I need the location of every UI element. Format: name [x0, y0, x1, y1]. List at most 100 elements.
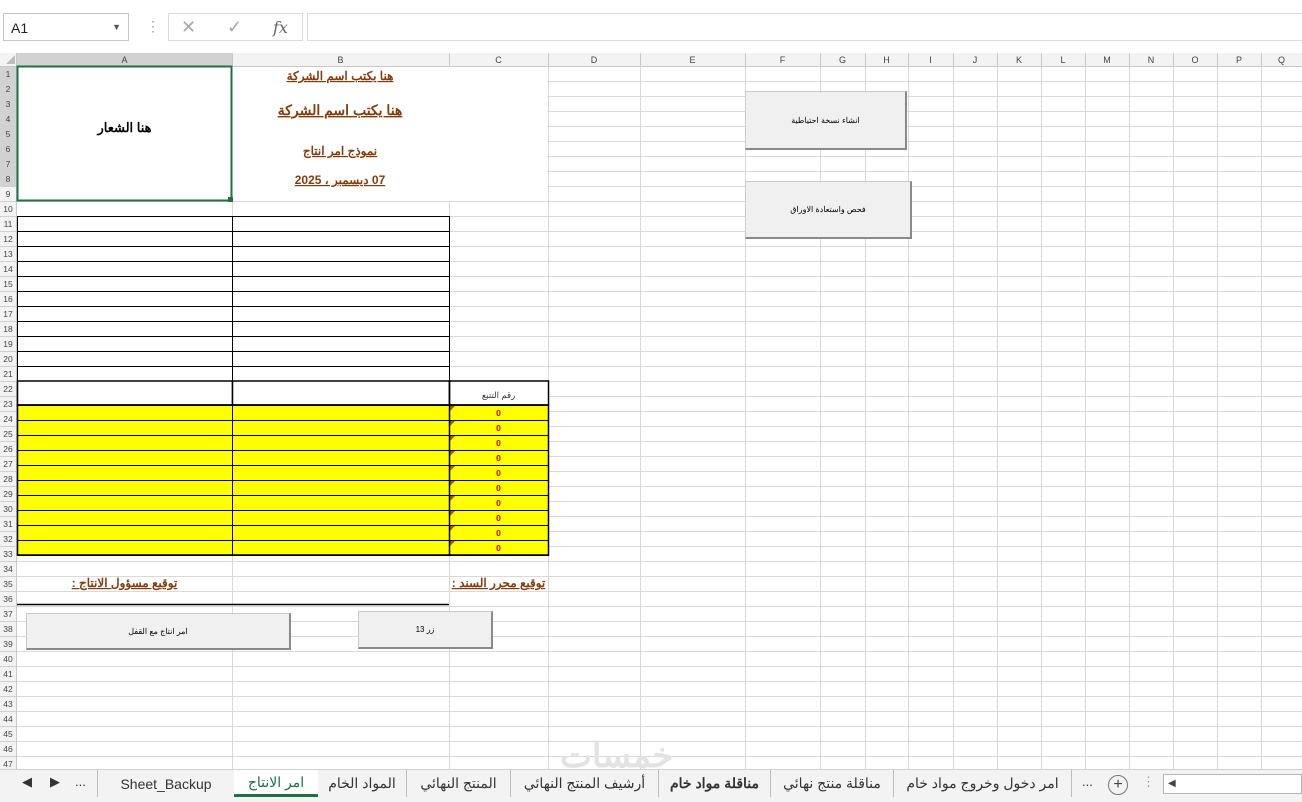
formula-input[interactable] — [307, 13, 1302, 41]
tracking-number: 0 — [496, 453, 501, 463]
table-cell-a[interactable] — [17, 291, 233, 307]
row-header-29: 29 — [3, 489, 13, 499]
check-restore-button[interactable]: فحص واستعادة الاوراق — [745, 181, 912, 239]
table-cell-a[interactable] — [17, 276, 233, 292]
yellow-cell-b[interactable] — [232, 495, 450, 511]
worksheet-canvas[interactable]: A B C D E F G H I J K L M N O P Q12345678910111213141516… — [0, 53, 1302, 769]
tracking-number: 0 — [496, 498, 501, 508]
row-header-23: 23 — [3, 399, 13, 409]
row-header-16: 16 — [3, 294, 13, 304]
table-cell-b[interactable] — [232, 261, 450, 277]
yellow-cell-b[interactable] — [232, 435, 450, 451]
tab-final-product-archive[interactable]: أرشيف المنتج النهائي — [510, 770, 658, 797]
worksheet-grid[interactable]: A B C D E F G H I J K L M N O P Q 1 2 3 4 5 6 7 8 9 10 11 12 13 14 15 16… — [0, 53, 1302, 769]
table-cell-a[interactable] — [17, 261, 233, 277]
table-cell-a[interactable] — [17, 231, 233, 247]
row-header-7: 7 — [6, 159, 11, 169]
name-box[interactable]: A1 ▼ — [3, 13, 129, 41]
yellow-cell-b[interactable] — [232, 510, 450, 526]
tab-final-product[interactable]: المنتج النهائي — [406, 770, 510, 797]
table-cell-b[interactable] — [232, 291, 450, 307]
table-cell-a[interactable] — [17, 216, 233, 232]
yellow-cell-a[interactable] — [17, 450, 233, 466]
button-13[interactable]: زر 13 — [358, 611, 493, 649]
table-cell-b[interactable] — [232, 231, 450, 247]
yellow-cell-a[interactable] — [17, 435, 233, 451]
row-header-35: 35 — [3, 579, 13, 589]
table-cell-a[interactable] — [17, 336, 233, 352]
fill-handle[interactable] — [228, 197, 233, 202]
tab-raw-material-in-out[interactable]: امر دخول وخروج مواد خام — [893, 770, 1072, 797]
yellow-cell-b[interactable] — [232, 540, 450, 556]
yellow-cell-b[interactable] — [232, 450, 450, 466]
row-header-17: 17 — [3, 309, 13, 319]
tab-more-right[interactable]: ... — [1082, 774, 1093, 789]
tracking-number: 0 — [496, 483, 501, 493]
table-header-b[interactable] — [231, 380, 451, 406]
tab-raw-materials[interactable]: المواد الخام — [318, 770, 406, 797]
yellow-cell-b[interactable] — [232, 480, 450, 496]
row-header-22: 22 — [3, 384, 13, 394]
column-header-J: J — [973, 55, 978, 65]
column-header-B: B — [337, 55, 343, 65]
row-header-15: 15 — [3, 279, 13, 289]
table-cell-b[interactable] — [232, 321, 450, 337]
table-cell-a[interactable] — [17, 366, 233, 382]
drag-handle-icon[interactable]: ⋮ — [146, 18, 160, 35]
tab-sheet-backup[interactable]: Sheet_Backup — [97, 770, 234, 797]
yellow-cell-b[interactable] — [232, 420, 450, 436]
document-date: 07 ديسمبر ، 2025 — [295, 173, 386, 188]
yellow-cell-a[interactable] — [17, 495, 233, 511]
yellow-cell-a[interactable] — [17, 465, 233, 481]
yellow-cell-a[interactable] — [17, 540, 233, 556]
tab-production-order[interactable]: امر الانتاج — [234, 770, 318, 797]
yellow-cell-b[interactable] — [232, 465, 450, 481]
tracking-number: 0 — [496, 408, 501, 418]
table-cell-b[interactable] — [232, 246, 450, 262]
backup-button[interactable]: انشاء نسخة احتياطية — [745, 91, 907, 150]
tab-final-product-transfer[interactable]: مناقلة منتج نهائي — [770, 770, 893, 797]
table-cell-a[interactable] — [17, 306, 233, 322]
row-header-18: 18 — [3, 324, 13, 334]
company-name-line2: هنا يكتب اسم الشركة — [278, 102, 403, 119]
tab-raw-material-transfer[interactable]: مناقلة مواد خام — [658, 770, 770, 797]
column-header-D: D — [591, 55, 598, 65]
row-header-10: 10 — [3, 204, 13, 214]
horizontal-scrollbar[interactable]: ◀ — [1163, 774, 1302, 794]
table-cell-b[interactable] — [232, 336, 450, 352]
table-cell-a[interactable] — [17, 246, 233, 262]
yellow-cell-a[interactable] — [17, 420, 233, 436]
production-lock-button[interactable]: امر انتاج مع القفل — [26, 613, 291, 650]
yellow-cell-a[interactable] — [17, 510, 233, 526]
split-handle-icon[interactable]: ⋮ — [1142, 774, 1155, 790]
yellow-cell-a[interactable] — [17, 480, 233, 496]
table-cell-b[interactable] — [232, 351, 450, 367]
cancel-icon[interactable]: ✕ — [181, 17, 196, 38]
table-header-a[interactable] — [16, 380, 234, 406]
table-cell-b[interactable] — [232, 216, 450, 232]
insert-function-icon[interactable]: fx — [273, 18, 288, 37]
table-cell-b[interactable] — [232, 306, 450, 322]
yellow-cell-a[interactable] — [17, 525, 233, 541]
table-cell-b[interactable] — [232, 276, 450, 292]
table-cell-a[interactable] — [17, 321, 233, 337]
tab-next-icon[interactable]: ▶ — [50, 774, 60, 790]
table-cell-a[interactable] — [17, 351, 233, 367]
row-header-13: 13 — [3, 249, 13, 259]
enter-icon[interactable]: ✓ — [227, 17, 242, 38]
yellow-cell-a[interactable] — [17, 405, 233, 421]
scroll-left-icon[interactable]: ◀ — [1168, 778, 1176, 789]
tab-prev-icon[interactable]: ◀ — [22, 774, 32, 790]
add-sheet-button[interactable]: + — [1108, 775, 1128, 795]
tab-more-left[interactable]: ... — [75, 774, 86, 789]
chevron-down-icon[interactable]: ▼ — [112, 22, 121, 32]
row-header-21: 21 — [3, 369, 13, 379]
row-header-40: 40 — [3, 654, 13, 664]
row-header-34: 34 — [3, 564, 13, 574]
yellow-cell-b[interactable] — [232, 525, 450, 541]
row-header-4: 4 — [6, 114, 11, 124]
yellow-cell-b[interactable] — [232, 405, 450, 421]
row-header-39: 39 — [3, 639, 13, 649]
table-cell-b[interactable] — [232, 366, 450, 382]
row-header-33: 33 — [3, 549, 13, 559]
